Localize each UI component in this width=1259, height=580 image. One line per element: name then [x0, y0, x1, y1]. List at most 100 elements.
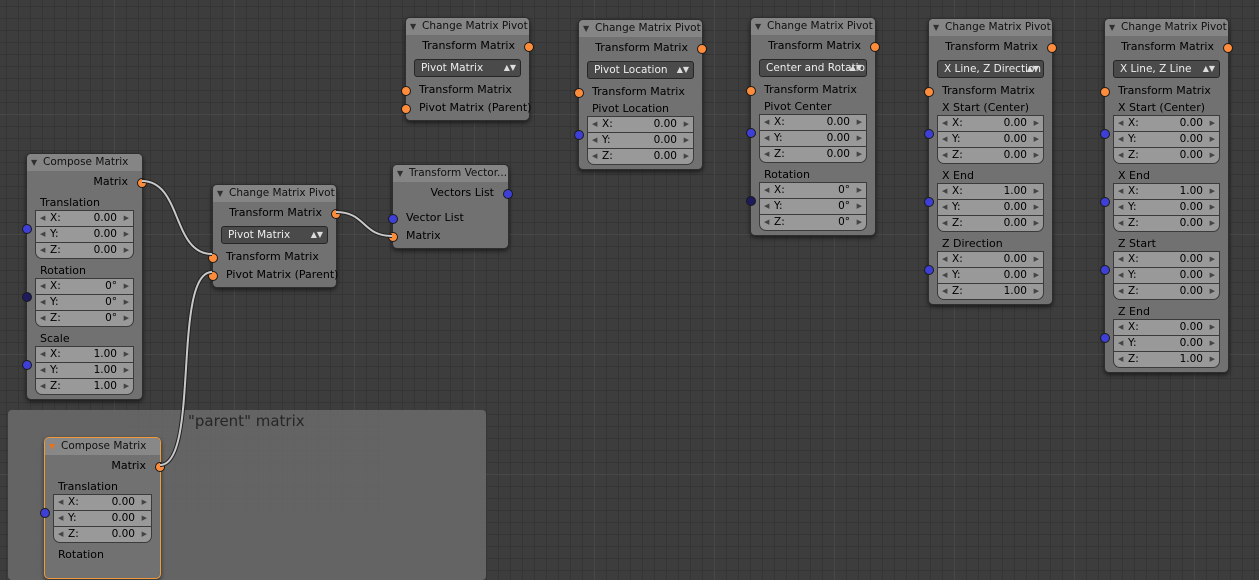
- x-end-input-socket[interactable]: [924, 197, 934, 207]
- change-matrix-pivot-node[interactable]: ▼ Change Matrix Pivot Transform Matrix X …: [1100, 18, 1233, 373]
- x-end-input-socket[interactable]: [1100, 197, 1110, 207]
- xend-z-field[interactable]: ◀ Z: 0.00 ▶: [937, 215, 1044, 232]
- xend-z-field[interactable]: ◀ Z: 0.00 ▶: [1113, 215, 1220, 232]
- matrix-input-socket[interactable]: [1100, 87, 1110, 97]
- matrix-output-socket[interactable]: [1223, 43, 1233, 53]
- matrix-output-socket[interactable]: [697, 44, 707, 54]
- matrix-input-socket[interactable]: [388, 232, 398, 242]
- node-header[interactable]: ▼ Change Matrix Pivot: [213, 185, 336, 202]
- translation-input-socket[interactable]: [22, 224, 32, 234]
- scale-input-socket[interactable]: [22, 360, 32, 370]
- xstart-y-field[interactable]: ◀ Y: 0.00 ▶: [937, 131, 1044, 148]
- zdir-y-field[interactable]: ◀ Y: 0.00 ▶: [937, 267, 1044, 284]
- matrix-output-socket[interactable]: [1047, 43, 1057, 53]
- center-x-field[interactable]: ◀ X: 0.00 ▶: [759, 114, 867, 131]
- xstart-y-field[interactable]: ◀ Y: 0.00 ▶: [1113, 131, 1220, 148]
- node-header[interactable]: ▼ Compose Matrix: [45, 438, 160, 455]
- translation-x-field[interactable]: ◀ X: 0.00 ▶: [35, 210, 134, 227]
- translation-z-field[interactable]: ◀ Z: 0.00 ▶: [53, 526, 152, 543]
- node-header[interactable]: ▼ Transform Vector...: [393, 165, 508, 182]
- translation-y-field[interactable]: ◀ Y: 0.00 ▶: [53, 510, 152, 527]
- collapse-icon[interactable]: ▼: [755, 18, 761, 35]
- pivot-mode-dropdown[interactable]: Center and Rotation ▲▼: [759, 59, 867, 77]
- change-matrix-pivot-node[interactable]: ▼ Change Matrix Pivot Transform Matrix X …: [924, 18, 1057, 305]
- zstart-x-field[interactable]: ◀ X: 0.00 ▶: [1113, 251, 1220, 268]
- translation-x-field[interactable]: ◀ X: 0.00 ▶: [53, 494, 152, 511]
- center-y-field[interactable]: ◀ Y: 0.00 ▶: [759, 130, 867, 147]
- pivot-matrix-input-socket[interactable]: [208, 271, 218, 281]
- link-pivot-to-transform-vector[interactable]: [335, 211, 393, 237]
- zstart-z-field[interactable]: ◀ Z: 0.00 ▶: [1113, 283, 1220, 300]
- link-compose-to-transform-matrix[interactable]: [141, 180, 213, 255]
- translation-input-socket[interactable]: [40, 508, 50, 518]
- rotation-y-field[interactable]: ◀ Y: 0° ▶: [759, 198, 867, 215]
- xstart-x-field[interactable]: ◀ X: 0.00 ▶: [1113, 115, 1220, 132]
- matrix-output-socket[interactable]: [524, 42, 534, 52]
- z-direction-input-socket[interactable]: [924, 265, 934, 275]
- collapse-icon[interactable]: ▼: [397, 165, 403, 182]
- matrix-output-socket[interactable]: [137, 178, 147, 188]
- zdir-x-field[interactable]: ◀ X: 0.00 ▶: [937, 251, 1044, 268]
- xend-y-field[interactable]: ◀ Y: 0.00 ▶: [937, 199, 1044, 216]
- change-matrix-pivot-node[interactable]: ▼ Change Matrix Pivot Transform Matrix Pi…: [401, 17, 534, 121]
- xend-x-field[interactable]: ◀ X: 1.00 ▶: [937, 183, 1044, 200]
- pivot-mode-dropdown[interactable]: X Line, Z Direction ▲▼: [937, 60, 1044, 78]
- vector-output-socket[interactable]: [503, 189, 513, 199]
- matrix-output-socket[interactable]: [331, 209, 341, 219]
- link-compose-to-transform-matrix[interactable]: [141, 179, 213, 256]
- rotation-y-field[interactable]: ◀ Y: 0° ▶: [35, 294, 134, 311]
- node-header[interactable]: ▼ Change Matrix Pivot: [751, 18, 875, 35]
- pivot-mode-dropdown[interactable]: Pivot Matrix ▲▼: [221, 226, 328, 244]
- xend-x-field[interactable]: ◀ X: 1.00 ▶: [1113, 183, 1220, 200]
- center-z-field[interactable]: ◀ Z: 0.00 ▶: [759, 146, 867, 163]
- xstart-z-field[interactable]: ◀ Z: 0.00 ▶: [1113, 147, 1220, 164]
- matrix-input-socket[interactable]: [401, 86, 411, 96]
- pivot-mode-dropdown[interactable]: X Line, Z Line ▲▼: [1113, 60, 1220, 78]
- transform-vector-node[interactable]: ▼ Transform Vector... Vectors List Vector…: [388, 164, 513, 249]
- matrix-input-socket[interactable]: [746, 86, 756, 96]
- link-pivot-to-transform-vector[interactable]: [335, 210, 393, 238]
- pivot-mode-dropdown[interactable]: Pivot Matrix ▲▼: [414, 59, 521, 77]
- xstart-z-field[interactable]: ◀ Z: 0.00 ▶: [937, 147, 1044, 164]
- z-start-input-socket[interactable]: [1100, 265, 1110, 275]
- pivot-matrix-input-socket[interactable]: [401, 104, 411, 114]
- scale-x-field[interactable]: ◀ X: 1.00 ▶: [35, 346, 134, 363]
- matrix-output-socket[interactable]: [870, 42, 880, 52]
- matrix-input-socket[interactable]: [924, 87, 934, 97]
- compose-matrix-node-selected[interactable]: ▼ Compose Matrix Matrix Translation ◀ X: 0.…: [40, 437, 165, 579]
- collapse-icon[interactable]: ▼: [49, 438, 55, 455]
- node-header[interactable]: ▼ Change Matrix Pivot: [929, 19, 1052, 36]
- xend-y-field[interactable]: ◀ Y: 0.00 ▶: [1113, 199, 1220, 216]
- rotation-x-field[interactable]: ◀ X: 0° ▶: [759, 182, 867, 199]
- vector-input-socket[interactable]: [388, 214, 398, 224]
- translation-z-field[interactable]: ◀ Z: 0.00 ▶: [35, 242, 134, 259]
- matrix-output-socket[interactable]: [155, 462, 165, 472]
- pivot-location-input-socket[interactable]: [574, 130, 584, 140]
- pivot-center-input-socket[interactable]: [746, 128, 756, 138]
- scale-y-field[interactable]: ◀ Y: 1.00 ▶: [35, 362, 134, 379]
- pivot-mode-dropdown[interactable]: Pivot Location ▲▼: [587, 61, 694, 79]
- matrix-input-socket[interactable]: [574, 88, 584, 98]
- change-matrix-pivot-node[interactable]: ▼ Change Matrix Pivot Transform Matrix Pi…: [208, 184, 341, 288]
- compose-matrix-node[interactable]: ▼ Compose Matrix Matrix Translation ◀ X: 0.…: [22, 153, 147, 400]
- collapse-icon[interactable]: ▼: [217, 185, 223, 202]
- matrix-input-socket[interactable]: [208, 253, 218, 263]
- zdir-z-field[interactable]: ◀ Z: 1.00 ▶: [937, 283, 1044, 300]
- rotation-z-field[interactable]: ◀ Z: 0° ▶: [35, 310, 134, 327]
- collapse-icon[interactable]: ▼: [410, 18, 416, 35]
- scale-z-field[interactable]: ◀ Z: 1.00 ▶: [35, 378, 134, 395]
- node-header[interactable]: ▼ Compose Matrix: [27, 154, 142, 171]
- zend-x-field[interactable]: ◀ X: 0.00 ▶: [1113, 319, 1220, 336]
- xstart-x-field[interactable]: ◀ X: 0.00 ▶: [937, 115, 1044, 132]
- node-header[interactable]: ▼ Change Matrix Pivot: [579, 20, 702, 37]
- node-header[interactable]: ▼ Change Matrix Pivot: [406, 18, 529, 35]
- collapse-icon[interactable]: ▼: [933, 19, 939, 36]
- rotation-x-field[interactable]: ◀ X: 0° ▶: [35, 278, 134, 295]
- collapse-icon[interactable]: ▼: [583, 20, 589, 37]
- node-header[interactable]: ▼ Change Matrix Pivot: [1105, 19, 1228, 36]
- zstart-y-field[interactable]: ◀ Y: 0.00 ▶: [1113, 267, 1220, 284]
- change-matrix-pivot-node[interactable]: ▼ Change Matrix Pivot Transform Matrix Ce…: [746, 17, 880, 236]
- rotation-input-socket[interactable]: [22, 292, 32, 302]
- zend-z-field[interactable]: ◀ Z: 1.00 ▶: [1113, 351, 1220, 368]
- location-x-field[interactable]: ◀ X: 0.00 ▶: [587, 116, 694, 133]
